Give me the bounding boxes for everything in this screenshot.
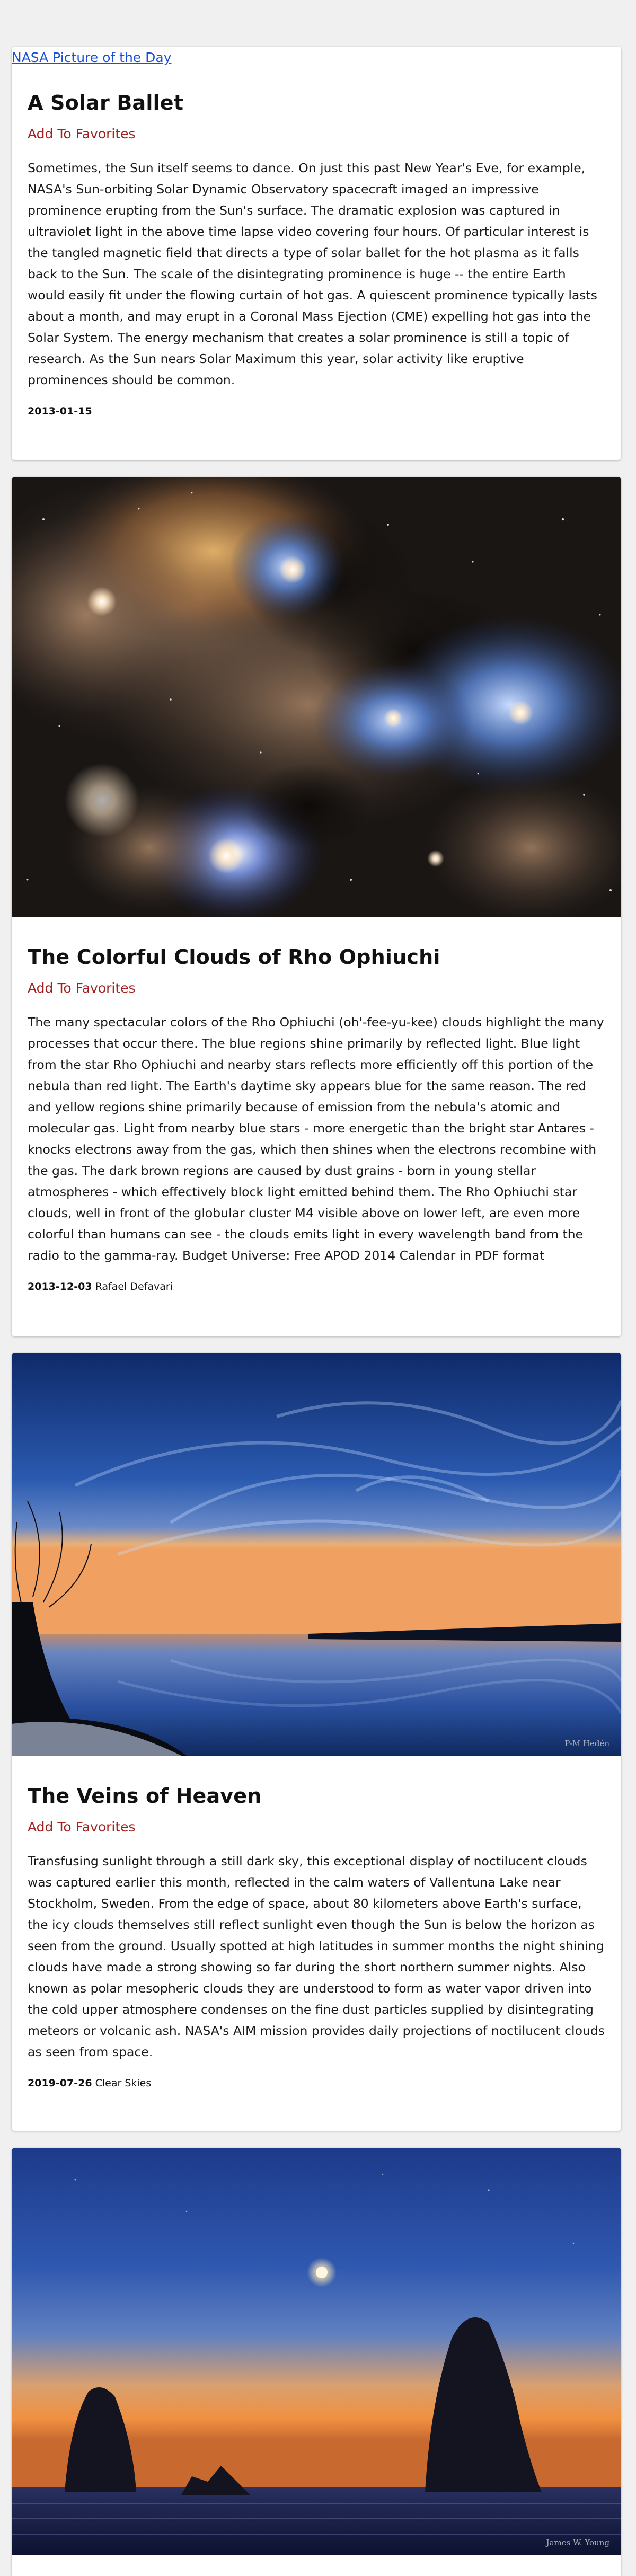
apod-card: A Solar Ballet Add To Favorites Sometime…: [12, 47, 621, 460]
add-to-favorites-button[interactable]: Add To Favorites: [28, 126, 605, 141]
card-image[interactable]: P-M Hedén: [12, 1353, 621, 1756]
card-date: 2019-07-26: [28, 2077, 92, 2089]
apod-card: P-M Hedén The Veins of Heaven Add To Fav…: [12, 1353, 621, 2131]
site-link[interactable]: NASA Picture of the Day: [12, 50, 172, 65]
card-meta: 2013-01-15: [28, 405, 605, 417]
card-date: 2013-01-15: [28, 405, 92, 417]
card-description: The many spectacular colors of the Rho O…: [28, 1015, 604, 1263]
add-to-favorites-button[interactable]: Add To Favorites: [28, 980, 605, 996]
apod-card: James W. Young: [12, 2148, 621, 2576]
noctilucent-clouds-image: [12, 1353, 621, 1756]
card-meta: 2019-07-26 Clear Skies: [28, 2077, 605, 2089]
card-image[interactable]: James W. Young: [12, 2148, 621, 2555]
card-copyright: Rafael Defavari: [95, 1281, 173, 1293]
card-title: The Colorful Clouds of Rho Ophiuchi: [28, 945, 440, 969]
apod-card: The Colorful Clouds of Rho Ophiuchi Add …: [12, 477, 621, 1336]
add-to-favorites-button[interactable]: Add To Favorites: [28, 1819, 605, 1835]
card-description: Transfusing sunlight through a still dar…: [28, 1854, 605, 2059]
card-date: 2013-12-03: [28, 1281, 92, 1293]
image-credit: P-M Hedén: [564, 1739, 610, 1748]
image-credit: James W. Young: [546, 2538, 610, 2547]
card-title: A Solar Ballet: [28, 91, 184, 114]
nebula-image: [12, 477, 621, 917]
card-copyright: Clear Skies: [95, 2077, 152, 2089]
card-image[interactable]: [12, 477, 621, 917]
card-title: The Veins of Heaven: [28, 1784, 262, 1808]
card-description: Sometimes, the Sun itself seems to dance…: [28, 161, 597, 387]
sea-stacks-image: [12, 2148, 621, 2555]
card-meta: 2013-12-03 Rafael Defavari: [28, 1281, 605, 1293]
